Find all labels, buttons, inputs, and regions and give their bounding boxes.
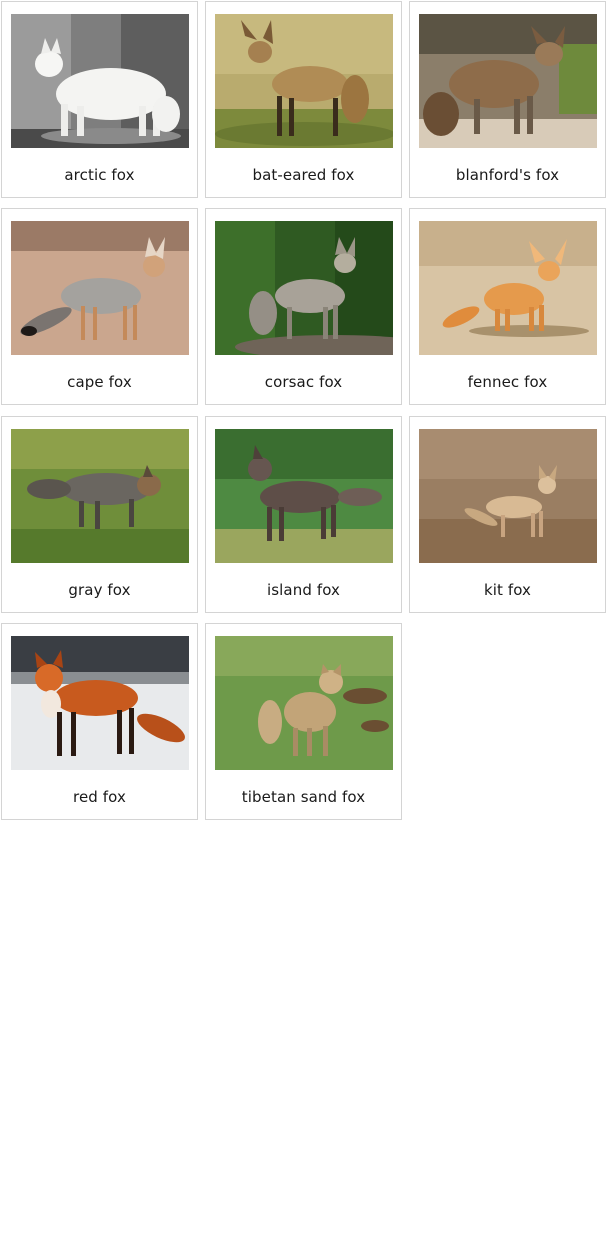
card-kit-fox[interactable]: kit fox bbox=[409, 416, 606, 613]
card-tibetan-sand-fox[interactable]: tibetan sand fox bbox=[205, 623, 402, 820]
card-label: gray fox bbox=[68, 581, 131, 599]
cape-fox-photo bbox=[11, 221, 189, 355]
card-island-fox[interactable]: island fox bbox=[205, 416, 402, 613]
card-bat-eared-fox[interactable]: bat-eared fox bbox=[205, 1, 402, 198]
card-label: tibetan sand fox bbox=[241, 788, 366, 806]
gray-fox-photo bbox=[11, 429, 189, 563]
card-label: red fox bbox=[73, 788, 126, 806]
blanfords-fox-photo bbox=[419, 14, 597, 148]
card-blanfords-fox[interactable]: blanford's fox bbox=[409, 1, 606, 198]
corsac-fox-photo bbox=[215, 221, 393, 355]
card-red-fox[interactable]: red fox bbox=[1, 623, 198, 820]
card-label: corsac fox bbox=[264, 373, 343, 391]
card-label: island fox bbox=[266, 581, 340, 599]
red-fox-photo bbox=[11, 636, 189, 770]
arctic-fox-photo bbox=[11, 14, 189, 148]
card-label: bat-eared fox bbox=[252, 166, 355, 184]
card-cape-fox[interactable]: cape fox bbox=[1, 208, 198, 405]
fennec-fox-photo bbox=[419, 221, 597, 355]
kit-fox-photo bbox=[419, 429, 597, 563]
card-label: fennec fox bbox=[467, 373, 548, 391]
card-label: kit fox bbox=[483, 581, 532, 599]
card-corsac-fox[interactable]: corsac fox bbox=[205, 208, 402, 405]
tibetan-sand-fox-photo bbox=[215, 636, 393, 770]
island-fox-photo bbox=[215, 429, 393, 563]
card-label: cape fox bbox=[67, 373, 132, 391]
card-arctic-fox[interactable]: arctic fox bbox=[1, 1, 198, 198]
card-label: arctic fox bbox=[64, 166, 135, 184]
card-gray-fox[interactable]: gray fox bbox=[1, 416, 198, 613]
card-fennec-fox[interactable]: fennec fox bbox=[409, 208, 606, 405]
bat-eared-fox-photo bbox=[215, 14, 393, 148]
card-label: blanford's fox bbox=[455, 166, 560, 184]
